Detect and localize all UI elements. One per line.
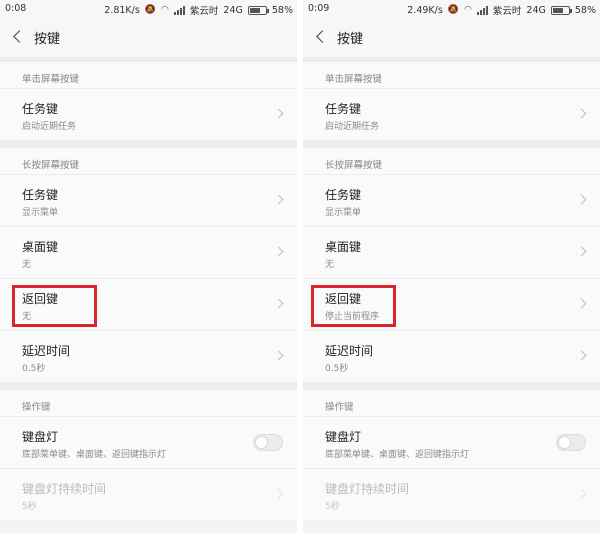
setting-value: 启动近期任务 [325, 122, 380, 132]
setting-item-keyboard-light[interactable]: 键盘灯 底部菜单键、桌面键、返回键指示灯 [0, 416, 297, 468]
section-label-long-press: 长按屏幕按键 [303, 148, 600, 174]
setting-item-home-key[interactable]: 桌面键 无 [303, 226, 600, 278]
back-icon[interactable] [313, 27, 327, 47]
setting-title: 键盘灯持续时间 [22, 482, 107, 496]
setting-title: 桌面键 [22, 240, 59, 254]
setting-value: 无 [22, 260, 32, 270]
signal-icon [476, 5, 488, 15]
wifi-icon: ◠ [161, 5, 169, 15]
setting-title: 任务键 [22, 102, 59, 116]
section-label-action-keys: 操作键 [303, 390, 600, 416]
setting-title: 键盘灯 [325, 430, 362, 444]
battery-percent: 58% [271, 4, 293, 16]
section-label-single-tap: 单击屏幕按键 [303, 62, 600, 88]
setting-value: 0.5秒 [325, 364, 349, 374]
chevron-right-icon [275, 300, 283, 308]
page-header: 按键 [0, 17, 297, 57]
chevron-right-icon [275, 490, 283, 498]
setting-item-task-key-long[interactable]: 任务键 显示菜单 [303, 174, 600, 226]
mute-icon: 🔕 [447, 5, 460, 15]
section-label-long-press: 长按屏幕按键 [0, 148, 297, 174]
setting-value: 5秒 [22, 502, 37, 512]
setting-title: 键盘灯持续时间 [325, 482, 410, 496]
setting-value: 显示菜单 [325, 208, 362, 218]
setting-title: 延迟时间 [22, 344, 71, 358]
setting-item-light-duration: 键盘灯持续时间 5秒 [303, 468, 600, 520]
setting-value: 启动近期任务 [22, 122, 77, 132]
chevron-right-icon [578, 248, 586, 256]
network-type: 24G [526, 4, 546, 16]
setting-value: 0.5秒 [22, 364, 46, 374]
status-time: 0:08 [5, 3, 27, 14]
screenshot-comparison: 0:08 2.81K/s 🔕 ◠ 紫云时 24G 58% 按键 单击屏幕按键 任… [0, 0, 600, 533]
page-header: 按键 [303, 17, 600, 57]
setting-title: 键盘灯 [22, 430, 59, 444]
page-title: 按键 [337, 32, 364, 47]
network-speed: 2.81K/s [104, 4, 140, 16]
carrier-name: 紫云时 [492, 6, 522, 17]
mute-icon: 🔕 [144, 5, 157, 15]
highlight-box [12, 285, 97, 327]
phone-screen-before: 0:08 2.81K/s 🔕 ◠ 紫云时 24G 58% 按键 单击屏幕按键 任… [0, 0, 297, 533]
network-speed: 2.49K/s [407, 4, 443, 16]
status-bar: 0:08 2.81K/s 🔕 ◠ 紫云时 24G 58% [0, 0, 297, 17]
setting-value: 底部菜单键、桌面键、返回键指示灯 [325, 450, 470, 460]
highlight-box [311, 285, 396, 327]
setting-item-delay-time[interactable]: 延迟时间 0.5秒 [303, 330, 600, 382]
carrier-name: 紫云时 [189, 6, 219, 17]
wifi-icon: ◠ [464, 5, 472, 15]
setting-title: 任务键 [325, 188, 362, 202]
chevron-right-icon [275, 196, 283, 204]
signal-icon [173, 5, 185, 15]
chevron-right-icon [578, 110, 586, 118]
back-icon[interactable] [10, 27, 24, 47]
setting-value: 底部菜单键、桌面键、返回键指示灯 [22, 450, 167, 460]
setting-item-keyboard-light[interactable]: 键盘灯 底部菜单键、桌面键、返回键指示灯 [303, 416, 600, 468]
chevron-right-icon [578, 352, 586, 360]
setting-item-task-key-tap[interactable]: 任务键 启动近期任务 [303, 88, 600, 140]
chevron-right-icon [578, 300, 586, 308]
setting-value: 显示菜单 [22, 208, 59, 218]
status-bar: 0:09 2.49K/s 🔕 ◠ 紫云时 24G 58% [303, 0, 600, 17]
setting-item-light-duration: 键盘灯持续时间 5秒 [0, 468, 297, 520]
battery-percent: 58% [574, 4, 596, 16]
section-label-action-keys: 操作键 [0, 390, 297, 416]
setting-title: 任务键 [325, 102, 362, 116]
setting-title: 桌面键 [325, 240, 362, 254]
chevron-right-icon [275, 352, 283, 360]
status-time: 0:09 [308, 3, 330, 14]
toggle-switch[interactable] [253, 434, 283, 451]
battery-icon [550, 5, 572, 15]
setting-item-task-key-long[interactable]: 任务键 显示菜单 [0, 174, 297, 226]
setting-value: 5秒 [325, 502, 340, 512]
section-label-single-tap: 单击屏幕按键 [0, 62, 297, 88]
setting-item-delay-time[interactable]: 延迟时间 0.5秒 [0, 330, 297, 382]
chevron-right-icon [275, 110, 283, 118]
setting-title: 任务键 [22, 188, 59, 202]
battery-icon [247, 5, 269, 15]
setting-item-task-key-tap[interactable]: 任务键 启动近期任务 [0, 88, 297, 140]
setting-title: 延迟时间 [325, 344, 374, 358]
page-title: 按键 [34, 32, 61, 47]
chevron-right-icon [578, 196, 586, 204]
setting-value: 无 [325, 260, 335, 270]
toggle-switch[interactable] [556, 434, 586, 451]
chevron-right-icon [578, 490, 586, 498]
phone-screen-after: 0:09 2.49K/s 🔕 ◠ 紫云时 24G 58% 按键 单击屏幕按键 任… [303, 0, 600, 533]
network-type: 24G [223, 4, 243, 16]
chevron-right-icon [275, 248, 283, 256]
setting-item-home-key[interactable]: 桌面键 无 [0, 226, 297, 278]
